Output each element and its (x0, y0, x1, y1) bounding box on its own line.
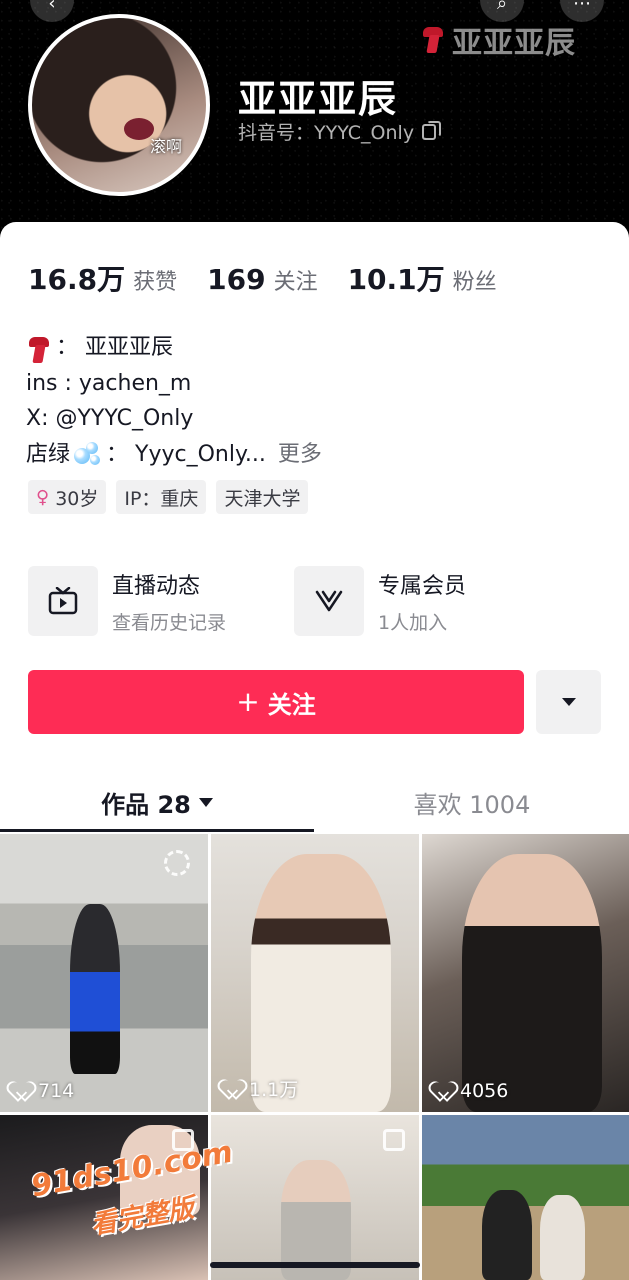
more-icon: ⋯ (573, 0, 591, 14)
feature-live-title: 直播动态 (112, 573, 201, 599)
tab-works-label: 作品 28 (101, 790, 191, 819)
stats-row: 16.8万 获赞 169 关注 10.1万 粉丝 (28, 258, 497, 298)
video-likes-count: 1.1万 (249, 1079, 299, 1101)
bio-more-link[interactable]: 更多 (278, 437, 322, 473)
video-likes: 4056 (434, 1080, 508, 1102)
tv-icon (28, 566, 98, 636)
header-watermark-name: 亚亚亚辰 (420, 18, 576, 62)
video-thumbnail-figure (70, 904, 120, 1074)
scarf-icon (26, 335, 49, 361)
tab-likes-label: 喜欢 1004 (413, 790, 531, 819)
video-tile[interactable]: 4056 (422, 834, 629, 1112)
watermark-name-text: 亚亚亚辰 (452, 26, 576, 61)
caret-down-icon (561, 698, 576, 706)
v-icon (294, 566, 364, 636)
tab-likes[interactable]: 喜欢 1004 (315, 772, 629, 832)
gear-icon (164, 850, 190, 876)
video-thumbnail-figure (251, 854, 391, 1112)
stat-following-value: 169 (207, 263, 266, 296)
bio-line-1-text: ： 亚亚亚辰 (56, 335, 173, 360)
feature-member[interactable]: 专属会员 1人加入 (294, 566, 466, 636)
follow-button[interactable]: + 关注 (28, 670, 524, 734)
recommend-dropdown-button[interactable] (536, 670, 601, 734)
video-likes-count: 714 (38, 1080, 75, 1102)
video-likes: 714 (12, 1080, 74, 1102)
feature-member-subtitle: 1人加入 (378, 611, 448, 634)
tab-works[interactable]: 作品 28 (0, 772, 314, 832)
stat-likes[interactable]: 16.8万 获赞 (28, 258, 177, 298)
video-thumbnail-figure (462, 854, 602, 1112)
video-tile[interactable]: 1.1万 (211, 834, 419, 1112)
search-icon: ⌕ (496, 0, 508, 14)
content-tabs: 作品 28 喜欢 1004 (0, 772, 629, 832)
scarf-icon (420, 25, 446, 55)
stat-likes-label: 获赞 (133, 270, 178, 295)
tag-age-text: 30岁 (55, 487, 99, 510)
actions-row: + 关注 (28, 670, 601, 734)
feature-live-subtitle: 查看历史记录 (112, 611, 227, 634)
douyin-id-text: 抖音号：YYYC_Only (238, 122, 415, 144)
video-thumbnail-figure (540, 1195, 585, 1280)
back-button[interactable]: ‹ (30, 0, 74, 22)
pin-icon (383, 1129, 405, 1151)
video-likes-count: 4056 (460, 1080, 509, 1102)
heart-icon (12, 1082, 32, 1100)
douyin-id[interactable]: 抖音号：YYYC_Only (238, 118, 442, 145)
feature-member-title: 专属会员 (378, 573, 467, 599)
feature-live[interactable]: 直播动态 查看历史记录 (28, 566, 226, 636)
home-indicator[interactable] (210, 1262, 420, 1268)
tab-indicator (0, 829, 314, 832)
video-tile[interactable] (211, 1115, 419, 1280)
copy-icon[interactable] (422, 120, 442, 140)
bio-line-4: 店绿 ： Yyyc_Only... 更多 (26, 437, 322, 473)
avatar-caption: 滚啊 (150, 137, 183, 156)
stat-following-label: 关注 (273, 270, 318, 295)
video-thumbnail-figure (482, 1190, 532, 1280)
tag-ip: IP：重庆 (116, 480, 207, 514)
stat-likes-value: 16.8万 (28, 263, 126, 296)
video-tile[interactable]: 714 (0, 834, 208, 1112)
bio: ： 亚亚亚辰 ins : yachen_m X: @YYYC_Only 店绿 ：… (26, 330, 322, 472)
video-likes: 1.1万 (223, 1075, 298, 1102)
display-name: 亚亚亚辰 (238, 77, 399, 121)
tag-school[interactable]: 天津大学 (216, 480, 309, 514)
bubbles-icon (74, 442, 102, 466)
video-tile[interactable] (422, 1115, 629, 1280)
plus-icon: + (236, 685, 260, 718)
tag-age: ♀ 30岁 (28, 480, 107, 514)
stat-following[interactable]: 169 关注 (207, 263, 317, 296)
bio-line-2: ins : yachen_m (26, 370, 192, 396)
heart-icon (434, 1082, 454, 1100)
heart-icon (223, 1080, 243, 1098)
profile-header: ‹ ⌕ ⋯ 亚亚亚辰 滚啊 亚亚亚辰 抖音号：YYYC_Only (0, 0, 629, 240)
female-icon: ♀ (36, 486, 50, 508)
bio-line-4-prefix: 店绿 (26, 441, 71, 467)
back-arrow-icon: ‹ (48, 0, 56, 14)
bio-line-4-value: ： Yyyc_Only... (106, 441, 266, 467)
stat-followers-value: 10.1万 (347, 263, 445, 296)
stat-followers[interactable]: 10.1万 粉丝 (348, 258, 497, 298)
stat-followers-label: 粉丝 (452, 270, 497, 295)
avatar[interactable]: 滚啊 (28, 14, 210, 196)
bio-line-1: ： 亚亚亚辰 (26, 330, 322, 366)
caret-down-icon (198, 797, 213, 807)
tags-row: ♀ 30岁 IP：重庆 天津大学 (28, 480, 309, 514)
bio-line-3: X: @YYYC_Only (26, 406, 194, 431)
features-row: 直播动态 查看历史记录 专属会员 1人加入 (28, 566, 608, 638)
follow-button-label: 关注 (267, 690, 316, 719)
